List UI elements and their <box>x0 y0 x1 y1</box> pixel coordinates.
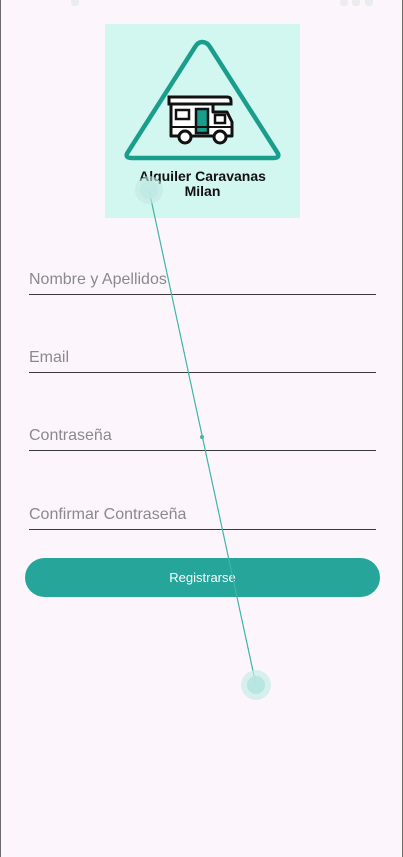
password-input[interactable] <box>29 421 376 450</box>
confirm-password-field[interactable] <box>29 500 376 530</box>
name-field[interactable] <box>29 265 376 295</box>
status-icon <box>365 0 373 6</box>
register-button[interactable]: Registrarse <box>25 558 380 597</box>
logo-title: Alquiler Caravanas <box>139 168 266 184</box>
confirm-password-input[interactable] <box>29 500 376 529</box>
touch-end-core <box>247 676 265 694</box>
status-bar <box>1 0 402 8</box>
status-icon <box>340 0 348 6</box>
touch-end-indicator <box>241 670 271 700</box>
status-icon <box>71 0 79 6</box>
app-logo: Alquiler Caravanas Milan <box>105 24 300 218</box>
email-input[interactable] <box>29 343 376 372</box>
email-field[interactable] <box>29 343 376 373</box>
name-input[interactable] <box>29 265 376 294</box>
password-field[interactable] <box>29 421 376 451</box>
logo-subtitle: Milan <box>184 183 221 199</box>
status-icon <box>352 0 360 6</box>
